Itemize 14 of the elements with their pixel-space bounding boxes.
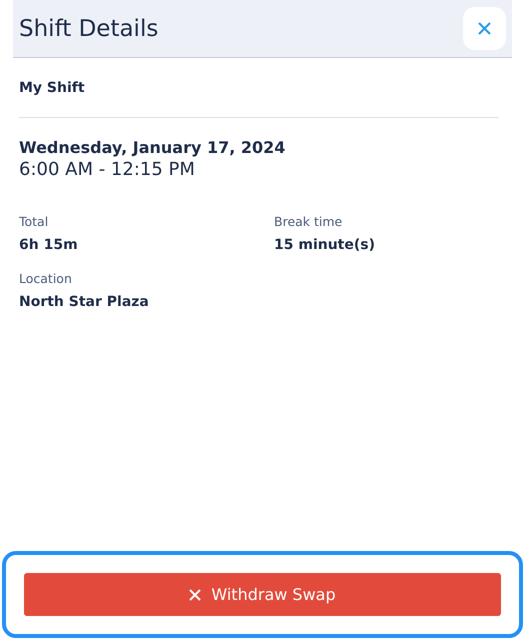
shift-time: 6:00 AM - 12:15 PM [19,159,196,180]
withdraw-swap-button[interactable]: Withdraw Swap [24,573,501,616]
detail-value: 6h 15m [19,237,79,253]
close-button[interactable] [463,7,506,50]
close-icon [189,588,202,600]
detail-label: Location [19,271,73,286]
detail-label: Break time [274,214,344,229]
section-title: My Shift [19,58,499,118]
detail-value: North Star Plaza [19,294,150,310]
detail-label: Total [19,214,50,229]
close-icon [478,22,491,35]
panel-title: Shift Details [19,16,158,42]
detail-value: 15 minute(s) [274,237,376,253]
shift-date: Wednesday, January 17, 2024 [19,138,286,157]
